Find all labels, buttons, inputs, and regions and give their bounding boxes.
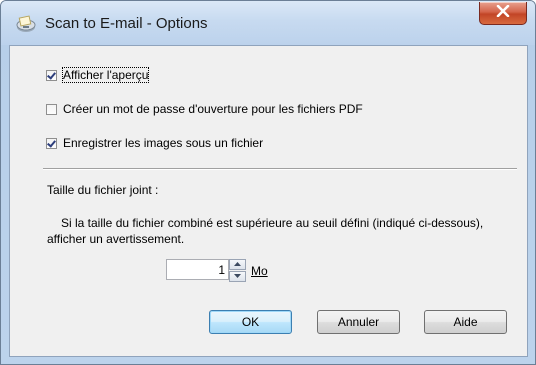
- spin-up-button[interactable]: [229, 259, 246, 270]
- help-button[interactable]: Aide: [424, 310, 507, 334]
- chevron-down-icon: [234, 273, 241, 280]
- pdf-password-label: Créer un mot de passe d'ouverture pour l…: [63, 102, 363, 116]
- spin-down-button[interactable]: [229, 271, 246, 282]
- dialog-window: Scan to E-mail - Options Afficher l'aper…: [0, 0, 536, 365]
- attachment-size-heading: Taille du fichier joint :: [47, 183, 159, 197]
- scanner-icon: [15, 14, 37, 34]
- cancel-button[interactable]: Annuler: [317, 310, 400, 334]
- divider: [43, 168, 517, 170]
- show-preview-label: Afficher l'aperçu: [61, 67, 150, 83]
- show-preview-checkbox[interactable]: [46, 69, 57, 81]
- ok-button[interactable]: OK: [209, 310, 292, 334]
- title-bar[interactable]: Scan to E-mail - Options: [1, 1, 535, 45]
- save-as-file-checkbox[interactable]: [46, 137, 57, 149]
- pdf-password-checkbox[interactable]: [46, 103, 57, 115]
- close-button[interactable]: [479, 2, 527, 25]
- option-show-preview[interactable]: Afficher l'aperçu: [46, 67, 150, 83]
- window-title: Scan to E-mail - Options: [45, 15, 208, 32]
- chevron-up-icon: [234, 261, 241, 268]
- option-save-as-file[interactable]: Enregistrer les images sous un fichier: [46, 136, 263, 150]
- close-icon: [496, 4, 510, 22]
- save-as-file-label: Enregistrer les images sous un fichier: [63, 136, 264, 150]
- attachment-size-description: Si la taille du fichier combiné est supé…: [47, 216, 484, 246]
- attachment-size-input[interactable]: 1: [166, 259, 229, 280]
- option-pdf-password[interactable]: Créer un mot de passe d'ouverture pour l…: [46, 102, 363, 116]
- attachment-size-spinner: [229, 259, 246, 282]
- unit-label: Mo: [251, 264, 268, 278]
